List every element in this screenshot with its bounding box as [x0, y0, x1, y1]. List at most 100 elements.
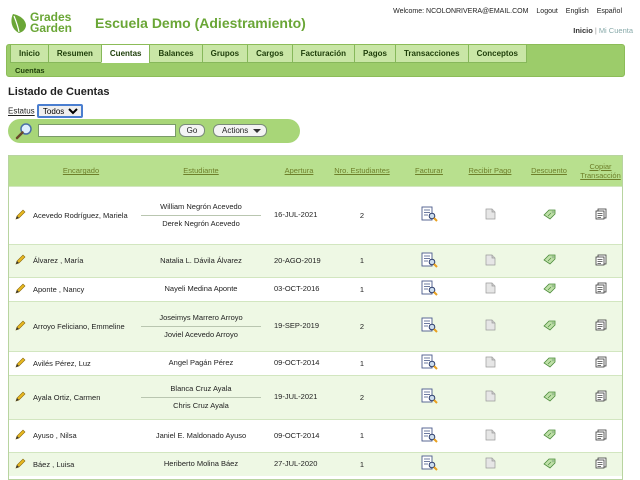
student-name[interactable]: Blanca Cruz Ayala	[141, 381, 261, 398]
pencil-icon[interactable]	[15, 209, 26, 222]
student-name[interactable]: Joviel Acevedo Arroyo	[141, 327, 261, 343]
status-select[interactable]: Todos	[36, 104, 83, 118]
student-name[interactable]: Janiel E. Maldonado Ayuso	[141, 428, 261, 444]
invoice-magnifier-icon[interactable]	[421, 280, 438, 298]
tab-resumen[interactable]: Resumen	[47, 45, 102, 63]
logout-link[interactable]: Logout	[536, 8, 557, 15]
pencil-cell	[9, 418, 31, 452]
pencil-icon[interactable]	[15, 429, 26, 442]
copy-document-icon[interactable]	[595, 208, 607, 222]
copy-document-icon[interactable]	[595, 429, 607, 443]
encargado-cell[interactable]: Álvarez , María	[31, 243, 131, 277]
tab-cargos[interactable]: Cargos	[247, 45, 293, 63]
pencil-icon[interactable]	[15, 283, 26, 296]
blank-document-icon[interactable]	[485, 282, 496, 296]
breadcrumb[interactable]: Cuentas	[15, 66, 45, 75]
inicio-link[interactable]: Inicio	[573, 26, 593, 35]
actions-button[interactable]: Actions	[213, 124, 267, 137]
student-name[interactable]: Heriberto Molina Báez	[141, 456, 261, 472]
tab-grupos[interactable]: Grupos	[201, 45, 249, 63]
student-name[interactable]: Derek Negrón Acevedo	[141, 216, 261, 232]
student-name[interactable]: Joseimys Marrero Arroyo	[141, 310, 261, 327]
invoice-magnifier-icon[interactable]	[421, 317, 438, 335]
copy-document-icon[interactable]	[595, 390, 607, 404]
espanol-link[interactable]: Español	[597, 8, 622, 15]
blank-document-icon[interactable]	[485, 457, 496, 471]
student-name[interactable]: William Negrón Acevedo	[141, 199, 261, 216]
invoice-magnifier-icon[interactable]	[421, 252, 438, 270]
header-recibir-pago[interactable]: Recibir Pago	[461, 156, 519, 186]
blank-document-icon[interactable]	[485, 208, 496, 222]
blank-document-icon[interactable]	[485, 356, 496, 370]
encargado-cell[interactable]: Ayala Ortiz, Carmen	[31, 374, 131, 419]
mi-cuenta-link[interactable]: Mi Cuenta	[599, 26, 633, 35]
logo-text-line2: Garden	[30, 21, 73, 35]
tab-pagos[interactable]: Pagos	[353, 45, 396, 63]
tab-transacciones[interactable]: Transacciones	[394, 45, 469, 63]
copy-document-cell	[579, 451, 622, 476]
tab-facturacion[interactable]: Facturación	[291, 45, 355, 63]
header-estudiante[interactable]: Estudiante	[131, 156, 271, 186]
go-button[interactable]: Go	[179, 124, 205, 137]
nro-estudiantes-cell: 1	[327, 243, 397, 277]
copy-document-icon[interactable]	[595, 282, 607, 296]
student-name[interactable]: Nayeli Medina Aponte	[141, 281, 261, 297]
blank-document-icon[interactable]	[485, 319, 496, 333]
invoice-magnifier-icon[interactable]	[421, 354, 438, 372]
invoice-magnifier-icon[interactable]	[421, 206, 438, 224]
student-name[interactable]: Angel Pagán Pérez	[141, 355, 261, 371]
pencil-icon[interactable]	[15, 357, 26, 370]
blank-document-icon[interactable]	[485, 254, 496, 268]
blank-document-icon[interactable]	[485, 429, 496, 443]
discount-tag-icon[interactable]	[542, 254, 556, 267]
table-row: Báez , Luisa Heriberto Molina Báez 27-JUL-…	[9, 451, 622, 476]
status-filter: Estatus Todos	[8, 104, 83, 118]
nro-estudiantes-cell: 2	[327, 374, 397, 419]
main-nav: Inicio Resumen Cuentas Balances Grupos Cargos…	[6, 44, 625, 77]
discount-tag-icon[interactable]	[542, 391, 556, 404]
header-nro-estudiantes[interactable]: Nro. Estudiantes	[327, 156, 397, 186]
encargado-cell[interactable]: Avilés Pérez, Luz	[31, 350, 131, 375]
copy-document-icon[interactable]	[595, 319, 607, 333]
discount-tag-icon[interactable]	[542, 357, 556, 370]
tab-cuentas[interactable]: Cuentas	[100, 45, 151, 63]
encargado-cell[interactable]: Aponte , Nancy	[31, 276, 131, 301]
discount-tag-icon[interactable]	[542, 458, 556, 471]
encargado-cell[interactable]: Arroyo Feliciano, Emmeline	[31, 300, 131, 351]
pencil-icon[interactable]	[15, 320, 26, 333]
copy-document-icon[interactable]	[595, 457, 607, 471]
student-name[interactable]: Natalia L. Dávila Álvarez	[141, 253, 261, 269]
blank-document-icon[interactable]	[485, 390, 496, 404]
table-row: Aponte , Nancy Nayeli Medina Aponte 03-OCT…	[9, 276, 622, 301]
pencil-icon[interactable]	[15, 254, 26, 267]
discount-tag-icon[interactable]	[542, 320, 556, 333]
copy-document-icon[interactable]	[595, 356, 607, 370]
header-facturar[interactable]: Facturar	[397, 156, 461, 186]
encargado-cell[interactable]: Acevedo Rodríguez, Mariela	[31, 185, 131, 244]
discount-tag-icon[interactable]	[542, 429, 556, 442]
copy-document-icon[interactable]	[595, 254, 607, 268]
pencil-icon[interactable]	[15, 458, 26, 471]
grades-garden-logo[interactable]: Grades Garden	[9, 11, 85, 35]
header-copiar-transaccion[interactable]: Copiar Transacción	[579, 156, 622, 186]
discount-tag-icon[interactable]	[542, 283, 556, 296]
student-name[interactable]: Chris Cruz Ayala	[141, 398, 261, 414]
invoice-magnifier-icon[interactable]	[421, 427, 438, 445]
tab-inicio[interactable]: Inicio	[10, 45, 49, 63]
invoice-magnifier-icon[interactable]	[421, 455, 438, 473]
pencil-icon[interactable]	[15, 391, 26, 404]
encargado-cell[interactable]: Báez , Luisa	[31, 451, 131, 476]
english-link[interactable]: English	[566, 8, 589, 15]
search-input[interactable]	[38, 124, 176, 137]
encargado-cell[interactable]: Ayuso , Nilsa	[31, 418, 131, 452]
nro-estudiantes-cell: 2	[327, 300, 397, 351]
invoice-magnifier-icon[interactable]	[421, 388, 438, 406]
tab-conceptos[interactable]: Conceptos	[467, 45, 527, 63]
header-encargado[interactable]: Encargado	[31, 156, 131, 186]
tab-balances[interactable]: Balances	[149, 45, 203, 63]
header-apertura[interactable]: Apertura	[271, 156, 327, 186]
discount-tag-icon[interactable]	[542, 209, 556, 222]
header-descuento[interactable]: Descuento	[519, 156, 579, 186]
invoice-magnifier-cell	[397, 300, 461, 351]
table-row: Ayuso , Nilsa Janiel E. Maldonado Ayuso 09…	[9, 418, 622, 452]
